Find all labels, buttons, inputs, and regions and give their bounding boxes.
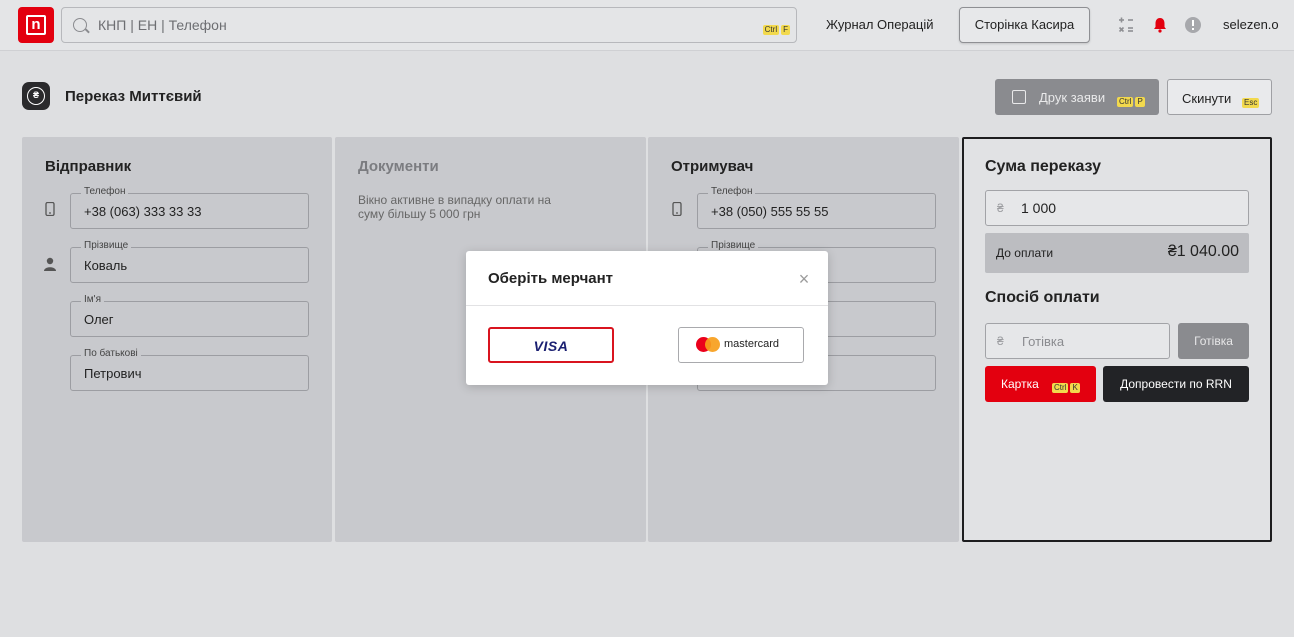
reset-button[interactable]: Скинути Esc xyxy=(1167,79,1272,115)
amount-input[interactable]: ₴ 1 000 xyxy=(985,190,1249,226)
printer-icon xyxy=(1012,90,1026,104)
cash-button[interactable]: Готівка xyxy=(1178,323,1249,359)
sender-phone-field[interactable]: Телефон +38 (063) 333 33 33 xyxy=(70,186,309,229)
recipient-title: Отримувач xyxy=(671,158,754,175)
rrn-button[interactable]: Допровести по RRN xyxy=(1103,366,1249,402)
sender-title: Відправник xyxy=(45,158,132,175)
search-icon xyxy=(73,18,87,32)
page-title: Переказ Миттєвий xyxy=(65,88,202,105)
phone-icon xyxy=(672,202,682,216)
cash-input[interactable]: ₴ Готівка xyxy=(985,323,1170,359)
sender-name-field[interactable]: Ім'я Олег xyxy=(70,294,309,337)
to-pay-summary: До оплати ₴1 040.00 xyxy=(985,233,1249,273)
payment-method-title: Спосіб оплати xyxy=(985,289,1100,306)
mastercard-merchant-button[interactable]: mastercard xyxy=(678,327,804,363)
documents-title: Документи xyxy=(358,158,439,175)
top-bar: n CtrlF Журнал Операцій Сторінка Касира … xyxy=(0,0,1294,51)
person-icon xyxy=(44,257,56,271)
calculator-icon[interactable] xyxy=(1117,16,1135,34)
cashier-page-button[interactable]: Сторінка Касира xyxy=(959,7,1090,43)
bell-icon[interactable] xyxy=(1151,16,1169,34)
modal-divider xyxy=(466,305,828,306)
journal-link[interactable]: Журнал Операцій xyxy=(826,17,934,32)
recipient-phone-field[interactable]: Телефон +38 (050) 555 55 55 xyxy=(697,186,936,229)
merchant-modal: Оберіть мерчант × VISA mastercard xyxy=(466,251,828,385)
alert-icon[interactable] xyxy=(1184,16,1202,34)
search-shortcut: Ctrl F xyxy=(762,25,790,35)
currency-icon: ₴ xyxy=(997,201,1004,215)
instant-transfer-icon: ₴ xyxy=(22,82,50,110)
sender-patronymic-field[interactable]: По батькові Петрович xyxy=(70,348,309,391)
documents-note: Вікно активне в випадку оплати на суму б… xyxy=(358,193,551,221)
sum-title: Сума переказу xyxy=(985,158,1101,175)
modal-title: Оберіть мерчант xyxy=(488,270,614,287)
sender-surname-field[interactable]: Прізвище Коваль xyxy=(70,240,309,283)
app-logo[interactable]: n xyxy=(18,7,54,43)
print-application-button[interactable]: Друк заяви Ctrl P xyxy=(995,79,1159,115)
sender-panel: Відправник Телефон +38 (063) 333 33 33 П… xyxy=(22,137,332,542)
visa-merchant-button[interactable]: VISA xyxy=(488,327,614,363)
to-pay-value: ₴1 040.00 xyxy=(1167,243,1239,260)
close-icon[interactable]: × xyxy=(796,270,812,288)
mastercard-logo-icon xyxy=(696,337,720,353)
currency-icon: ₴ xyxy=(997,334,1004,348)
phone-icon xyxy=(45,202,55,216)
search-input[interactable] xyxy=(98,14,738,36)
sum-panel: Сума переказу ₴ 1 000 До оплати ₴1 040.0… xyxy=(962,137,1272,542)
visa-logo: VISA xyxy=(533,338,569,354)
mastercard-label: mastercard xyxy=(724,338,780,350)
logo-icon: n xyxy=(26,15,46,35)
card-button[interactable]: Картка Ctrl K xyxy=(985,366,1096,402)
user-name[interactable]: selezen.o xyxy=(1223,17,1279,32)
search-bar[interactable]: CtrlF xyxy=(61,7,797,43)
